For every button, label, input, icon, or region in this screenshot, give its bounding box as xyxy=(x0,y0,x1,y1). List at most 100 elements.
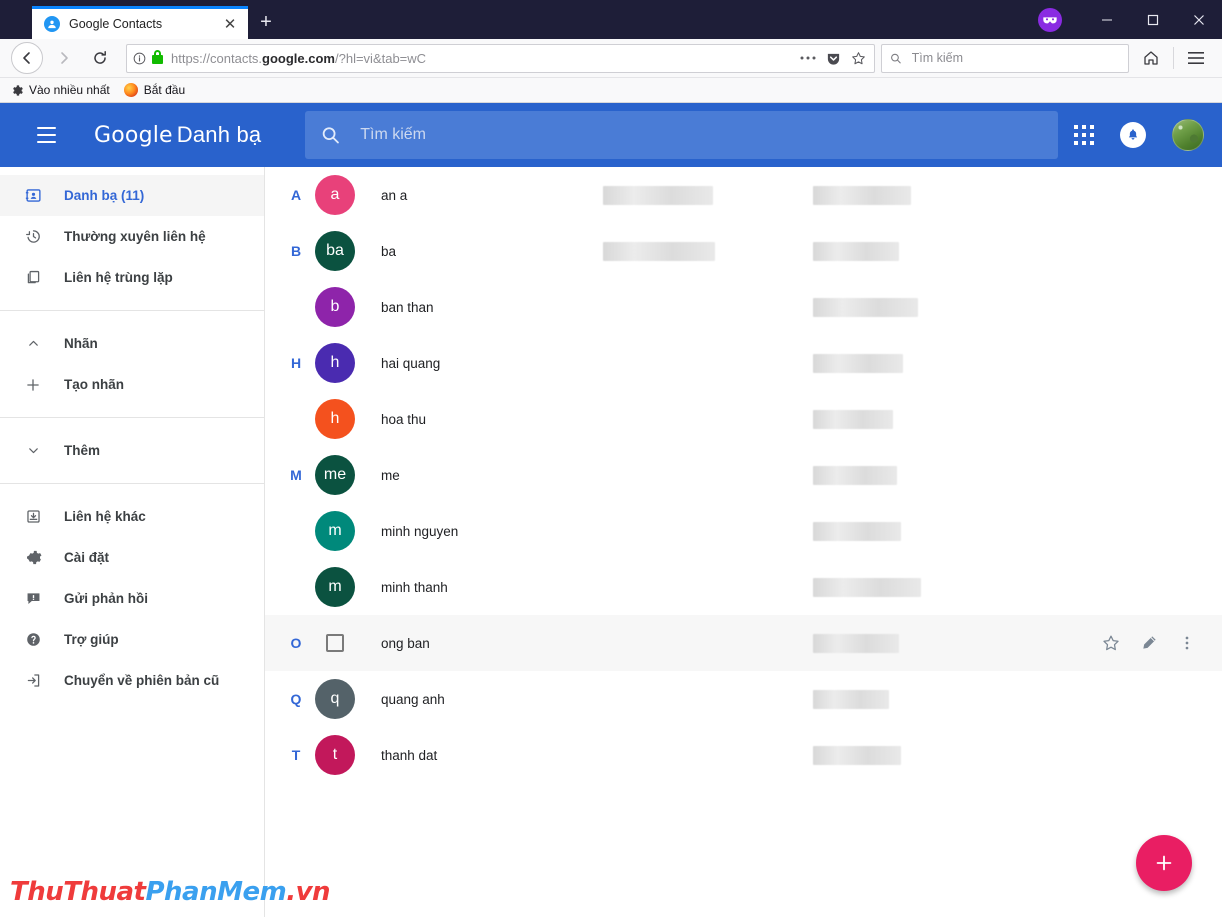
contact-phone-cell xyxy=(813,577,1013,597)
close-window-button[interactable] xyxy=(1176,0,1222,39)
tab-title: Google Contacts xyxy=(69,17,163,31)
reload-button[interactable] xyxy=(85,43,115,73)
star-icon[interactable] xyxy=(1098,630,1124,656)
contact-row[interactable]: Oong ban xyxy=(265,615,1222,671)
contact-row[interactable]: Aa an a xyxy=(265,167,1222,223)
sidebar-item-create-label[interactable]: Tạo nhãn xyxy=(0,364,264,405)
back-button[interactable] xyxy=(11,42,43,74)
contact-name: minh thanh xyxy=(381,579,448,595)
sidebar-item-other-contacts[interactable]: Liên hệ khác xyxy=(0,496,264,537)
contact-avatar[interactable]: a xyxy=(315,175,355,215)
info-icon xyxy=(133,52,146,64)
browser-search-input[interactable] xyxy=(909,50,1120,66)
contact-phone-cell xyxy=(813,353,1013,373)
alpha-index-letter: O xyxy=(290,635,302,651)
url-bar[interactable]: https://contacts.google.com/?hl=vi&tab=w… xyxy=(126,43,875,73)
contact-row[interactable]: Tt thanh dat xyxy=(265,727,1222,783)
sidebar-item-old-version[interactable]: Chuyển về phiên bản cũ xyxy=(0,660,264,701)
inbox-arrow-icon xyxy=(22,508,44,525)
notification-bell-icon[interactable] xyxy=(1120,122,1146,148)
alpha-index-letter: Q xyxy=(290,691,302,707)
sidebar-item-frequent[interactable]: Thường xuyên liên hệ xyxy=(0,216,264,257)
maximize-button[interactable] xyxy=(1130,0,1176,39)
contact-row[interactable]: m minh thanh xyxy=(265,559,1222,615)
redacted-phone xyxy=(813,633,899,653)
browser-tab[interactable]: Google Contacts ✕ xyxy=(32,6,248,39)
sidebar-item-feedback[interactable]: Gửi phản hồi xyxy=(0,578,264,619)
sidebar-item-more[interactable]: Thêm xyxy=(0,430,264,471)
contact-avatar[interactable]: h xyxy=(315,399,355,439)
watermark-part3: .vn xyxy=(286,877,331,907)
site-identity[interactable] xyxy=(133,49,163,65)
sidebar-item-label: Liên hệ trùng lặp xyxy=(64,270,173,285)
contact-row[interactable]: Hh hai quang xyxy=(265,335,1222,391)
bookmark-star-icon[interactable] xyxy=(851,51,866,66)
sidebar-item-contacts[interactable]: Danh bạ (11) xyxy=(0,175,264,216)
sidebar-item-labels[interactable]: Nhãn xyxy=(0,323,264,364)
contact-phone-cell xyxy=(813,241,1013,261)
url-text: https://contacts.google.com/?hl=vi&tab=w… xyxy=(171,50,427,66)
contact-avatar[interactable]: h xyxy=(315,343,355,383)
history-clock-icon xyxy=(22,228,44,245)
close-icon[interactable]: ✕ xyxy=(220,14,240,34)
pencil-edit-icon[interactable] xyxy=(1136,630,1162,656)
app-search-box[interactable] xyxy=(305,111,1059,159)
contact-phone-cell xyxy=(813,185,1013,205)
contact-phone-cell xyxy=(813,745,1013,765)
minimize-button[interactable] xyxy=(1084,0,1130,39)
bookmark-label: Vào nhiều nhất xyxy=(29,83,110,97)
new-tab-button[interactable]: + xyxy=(248,6,284,39)
browser-navbar: https://contacts.google.com/?hl=vi&tab=w… xyxy=(0,39,1222,78)
contact-row[interactable]: m minh nguyen xyxy=(265,503,1222,559)
plus-icon xyxy=(22,377,44,393)
divider xyxy=(0,483,264,484)
mask-icon[interactable] xyxy=(1038,7,1062,32)
contact-avatar[interactable]: t xyxy=(315,735,355,775)
chevron-up-icon xyxy=(22,336,44,351)
contact-row[interactable]: Qq quang anh xyxy=(265,671,1222,727)
contact-row[interactable]: h hoa thu xyxy=(265,391,1222,447)
more-vertical-icon[interactable] xyxy=(1174,630,1200,656)
bookmark-most-visited[interactable]: Vào nhiều nhất xyxy=(10,83,110,97)
duplicate-copy-icon xyxy=(22,269,44,286)
bookmark-label: Bắt đầu xyxy=(143,83,186,97)
forward-button[interactable] xyxy=(49,43,79,73)
redacted-phone xyxy=(813,745,901,765)
apps-grid-icon[interactable] xyxy=(1074,125,1094,145)
bookmark-get-started[interactable]: Bắt đầu xyxy=(123,83,186,97)
browser-search-bar[interactable] xyxy=(881,43,1129,73)
contact-row[interactable]: b ban than xyxy=(265,279,1222,335)
redacted-phone xyxy=(813,353,903,373)
sidebar-item-label: Danh bạ (11) xyxy=(64,188,145,203)
contact-row[interactable]: Bba ba xyxy=(265,223,1222,279)
contact-email-cell xyxy=(603,185,813,205)
sidebar-item-settings[interactable]: Cài đặt xyxy=(0,537,264,578)
contact-avatar[interactable]: q xyxy=(315,679,355,719)
user-avatar[interactable] xyxy=(1172,119,1204,151)
sidebar-item-help[interactable]: Trợ giúp xyxy=(0,619,264,660)
contact-avatar[interactable]: m xyxy=(315,567,355,607)
sidebar-item-label: Nhãn xyxy=(64,336,98,351)
contact-row[interactable]: Mme me xyxy=(265,447,1222,503)
contact-name: ban than xyxy=(381,299,434,315)
home-icon[interactable] xyxy=(1136,43,1166,73)
menu-hamburger-icon[interactable] xyxy=(22,111,70,159)
pocket-icon[interactable] xyxy=(826,51,841,66)
contact-select-checkbox[interactable] xyxy=(326,634,344,652)
alpha-index-letter: M xyxy=(290,467,302,483)
contact-name: an a xyxy=(381,187,408,203)
add-contact-fab[interactable] xyxy=(1136,835,1192,891)
contact-avatar[interactable]: b xyxy=(315,287,355,327)
contact-card-icon xyxy=(22,187,44,204)
contact-favicon xyxy=(44,16,60,32)
app-search-input[interactable] xyxy=(358,125,1043,145)
app-body: Danh bạ (11) Thường xuyên liên hệ Liên h… xyxy=(0,167,1222,917)
contact-avatar[interactable]: ba xyxy=(315,231,355,271)
contact-avatar[interactable]: me xyxy=(315,455,355,495)
hamburger-menu-icon[interactable] xyxy=(1181,43,1211,73)
sidebar-item-duplicates[interactable]: Liên hệ trùng lặp xyxy=(0,257,264,298)
more-dots-icon[interactable] xyxy=(800,56,816,60)
contact-avatar[interactable]: m xyxy=(315,511,355,551)
sidebar-item-label: Trợ giúp xyxy=(64,632,119,647)
contact-phone-cell xyxy=(813,689,1013,709)
